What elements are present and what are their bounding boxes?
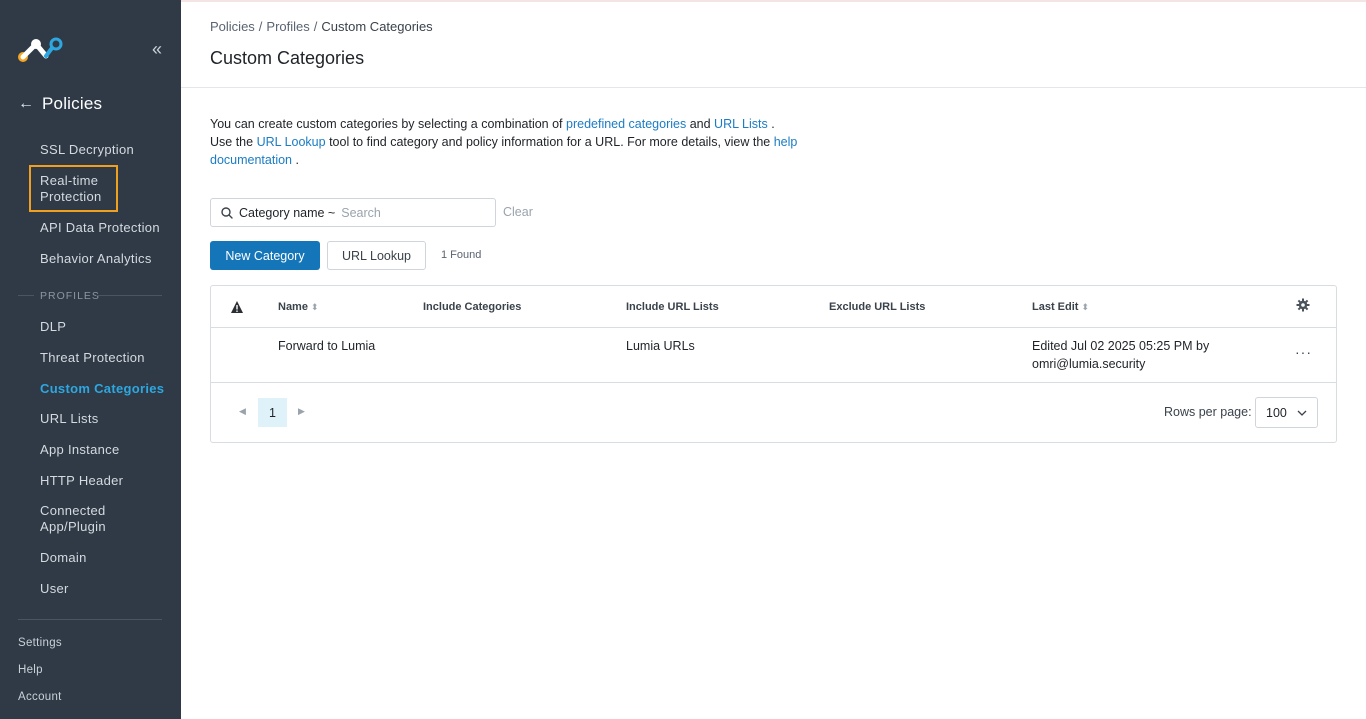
search-input[interactable] — [341, 205, 482, 220]
sidebar-item-domain[interactable]: Domain — [40, 550, 87, 566]
column-header-name[interactable]: Name ⬍ — [278, 301, 319, 313]
sidebar: « ← Policies SSL Decryption Real-time Pr… — [0, 0, 181, 719]
sidebar-item-connected-app-plugin[interactable]: Connected App/Plugin — [40, 503, 130, 535]
divider — [96, 295, 162, 296]
gear-icon[interactable] — [1296, 298, 1310, 312]
sidebar-item-url-lists[interactable]: URL Lists — [40, 411, 99, 427]
breadcrumb: Policies / Profiles / Custom Categories — [210, 19, 433, 34]
rows-per-page-select[interactable]: 100 — [1255, 397, 1318, 428]
last-edit-user: omri@lumia.security — [1032, 357, 1146, 371]
logo-icon[interactable] — [16, 36, 64, 64]
url-lists-link[interactable]: URL Lists — [714, 117, 768, 131]
breadcrumb-separator: / — [313, 19, 318, 34]
desc-text: tool to find category and policy informa… — [325, 135, 774, 149]
desc-text: and — [686, 117, 715, 131]
clear-button[interactable]: Clear — [503, 205, 533, 219]
sidebar-item-app-instance[interactable]: App Instance — [40, 442, 120, 458]
sidebar-account[interactable]: Account — [18, 691, 62, 703]
sidebar-item-custom-categories[interactable]: Custom Categories — [40, 381, 164, 397]
categories-table: Name ⬍ Include Categories Include URL Lis… — [210, 285, 1337, 443]
sidebar-item-threat-protection[interactable]: Threat Protection — [40, 350, 145, 366]
url-lookup-link[interactable]: URL Lookup — [257, 135, 326, 149]
breadcrumb-current: Custom Categories — [321, 19, 433, 34]
url-lookup-button[interactable]: URL Lookup — [327, 241, 426, 270]
cell-include-url-lists: Lumia URLs — [626, 339, 695, 353]
divider — [181, 87, 1366, 88]
column-header-exclude-url-lists: Exclude URL Lists — [829, 301, 926, 313]
column-header-include-url-lists: Include URL Lists — [626, 301, 719, 313]
section-label-profiles: PROFILES — [40, 290, 100, 302]
predefined-categories-link[interactable]: predefined categories — [566, 117, 686, 131]
page-description: You can create custom categories by sele… — [210, 115, 800, 169]
sidebar-help[interactable]: Help — [18, 664, 43, 676]
warning-icon — [231, 301, 243, 313]
desc-text: . — [292, 153, 299, 167]
table-row[interactable]: Forward to Lumia Lumia URLs Edited Jul 0… — [211, 328, 1336, 383]
rows-per-page-value: 100 — [1266, 405, 1287, 420]
search-box: Category name ~ — [210, 198, 496, 227]
sidebar-item-dlp[interactable]: DLP — [40, 319, 66, 335]
search-icon — [221, 206, 233, 219]
sort-icon[interactable]: ⬍ — [1081, 302, 1089, 312]
divider — [18, 295, 34, 296]
desc-text: You can create custom categories by sele… — [210, 117, 566, 131]
highlight-box — [29, 165, 118, 212]
cell-last-edit: Edited Jul 02 2025 05:25 PM by omri@lumi… — [1032, 337, 1209, 373]
table-header: Name ⬍ Include Categories Include URL Lis… — [211, 286, 1336, 328]
column-header-include-categories: Include Categories — [423, 301, 522, 313]
sidebar-section-title: Policies — [42, 94, 103, 113]
search-filter-dropdown[interactable]: Category name ~ — [239, 206, 335, 220]
breadcrumb-policies[interactable]: Policies — [210, 19, 255, 34]
chevron-down-icon — [1297, 410, 1307, 416]
divider — [18, 619, 162, 620]
more-icon[interactable]: ··· — [1295, 344, 1312, 360]
back-arrow-icon: ← — [18, 95, 34, 112]
page-title: Custom Categories — [210, 48, 365, 68]
breadcrumb-profiles[interactable]: Profiles — [266, 19, 309, 34]
back-to-policies[interactable]: ← Policies — [18, 94, 102, 114]
sidebar-item-ssl-decryption[interactable]: SSL Decryption — [40, 142, 134, 158]
sidebar-item-http-header[interactable]: HTTP Header — [40, 473, 123, 489]
last-edit-line: Edited Jul 02 2025 05:25 PM by — [1032, 339, 1210, 353]
top-border — [181, 0, 1366, 2]
breadcrumb-separator: / — [258, 19, 263, 34]
chevron-right-icon[interactable]: ▶ — [298, 406, 305, 417]
column-label: Name — [278, 301, 308, 313]
sidebar-settings[interactable]: Settings — [18, 637, 62, 649]
column-label: Last Edit — [1032, 301, 1079, 313]
results-count: 1 Found — [441, 249, 482, 261]
sort-icon[interactable]: ⬍ — [311, 302, 319, 312]
chevron-left-icon[interactable]: ◀ — [239, 406, 246, 417]
collapse-sidebar-icon[interactable]: « — [152, 40, 162, 58]
page-number[interactable]: 1 — [258, 398, 287, 427]
rows-per-page-label: Rows per page: — [1164, 405, 1252, 419]
cell-name[interactable]: Forward to Lumia — [278, 337, 375, 355]
sidebar-item-user[interactable]: User — [40, 581, 69, 597]
sidebar-item-api-data-protection[interactable]: API Data Protection — [40, 220, 160, 236]
sidebar-item-behavior-analytics[interactable]: Behavior Analytics — [40, 251, 152, 267]
column-header-last-edit[interactable]: Last Edit ⬍ — [1032, 301, 1089, 313]
new-category-button[interactable]: New Category — [210, 241, 320, 270]
